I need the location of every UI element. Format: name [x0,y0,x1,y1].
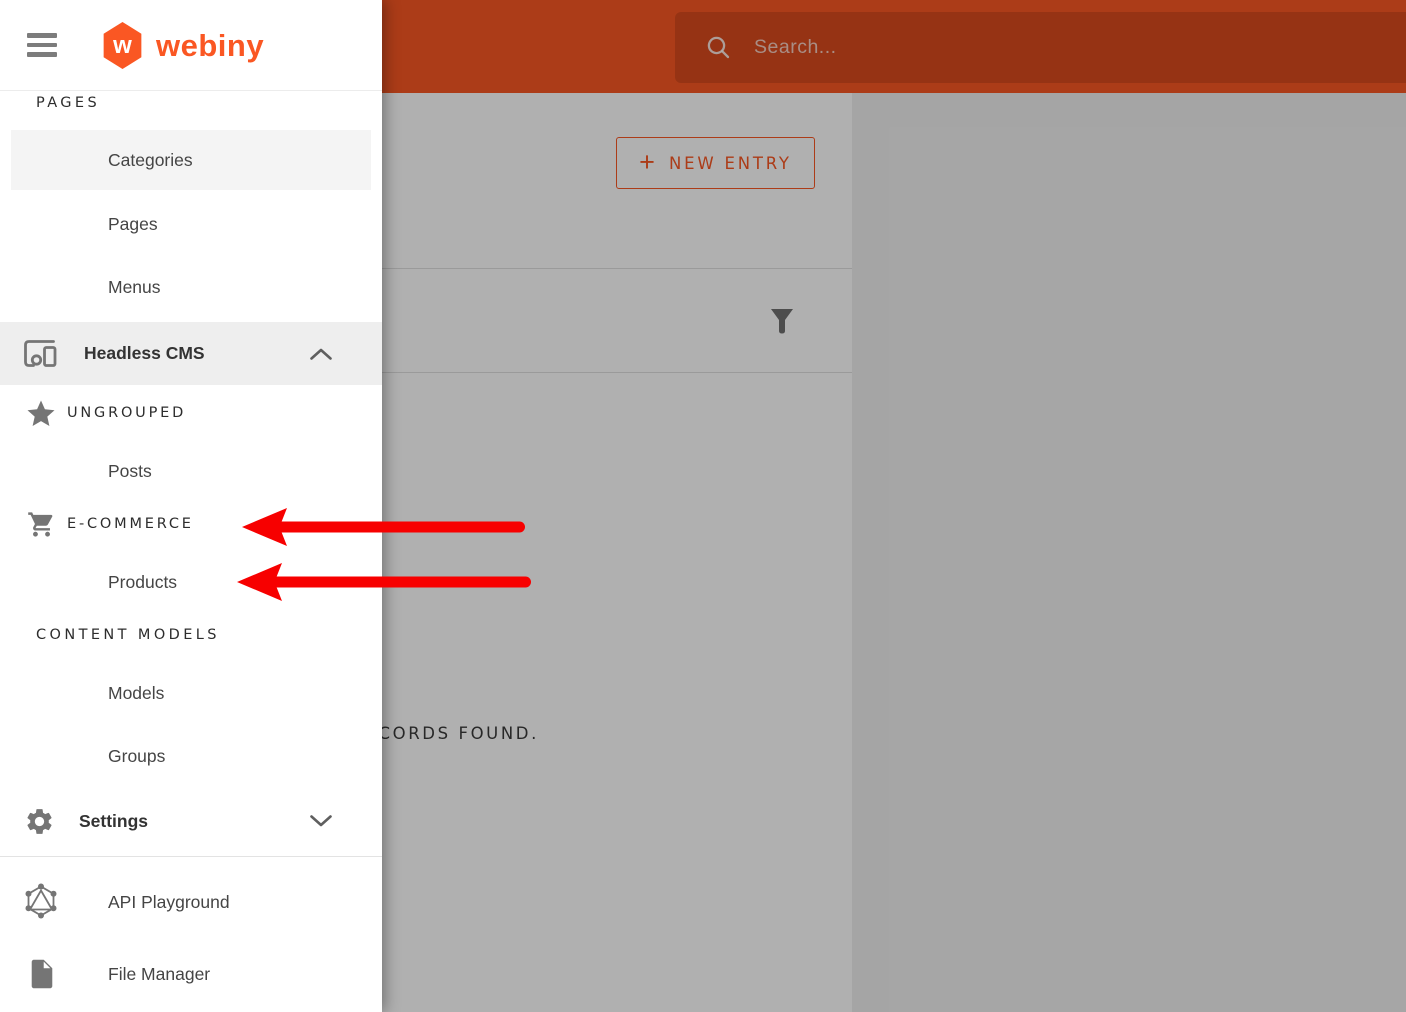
file-icon [28,958,56,990]
sidebar-item-products[interactable]: Products [0,552,382,612]
sidebar-item-label: Categories [108,150,193,171]
webiny-logo-text: webiny [156,28,264,64]
sidebar-item-label: Pages [108,214,158,235]
sidebar-item-label: Groups [108,746,165,767]
sidebar-item-api-playground[interactable]: API Playground [0,872,382,932]
sidebar-item-label: API Playground [108,892,230,913]
sidebar-section-content-models: CONTENT MODELS [0,605,382,665]
chevron-up-icon [309,347,333,361]
star-icon [25,399,57,428]
section-label: PAGES [36,95,100,111]
sidebar-item-groups[interactable]: Groups [0,726,382,786]
sidebar-item-menus[interactable]: Menus [0,257,382,317]
sidebar-item-pages[interactable]: Pages [0,194,382,254]
sidebar-item-label: Posts [108,461,152,482]
sidebar-item-models[interactable]: Models [0,663,382,723]
sidebar-group-label: UNGROUPED [67,405,186,421]
sidebar-item-headless-cms[interactable]: Headless CMS [0,322,382,385]
sidebar-group-label: E-COMMERCE [67,516,194,532]
section-label: CONTENT MODELS [36,627,220,643]
sidebar-group-e-commerce: E-COMMERCE [0,494,382,554]
webiny-hexagon-icon: w [102,22,143,69]
sidebar-item-label: Headless CMS [84,343,205,364]
sidebar-item-label: Models [108,683,164,704]
sidebar-item-posts[interactable]: Posts [0,441,382,501]
sidebar-item-label: Menus [108,277,161,298]
chevron-down-icon [309,814,333,828]
menu-toggle-button[interactable] [27,31,59,59]
app-screen: + NEW ENTRY NO RECORDS FOUND. [0,0,1406,1012]
sidebar-item-file-manager[interactable]: File Manager [0,944,382,1004]
sidebar-item-label: File Manager [108,964,210,985]
devices-icon [22,338,57,369]
graphql-icon [22,882,60,922]
navigation-drawer: w webiny PAGES Categories Pages Menus [0,0,382,1012]
sidebar-group-ungrouped: UNGROUPED [0,383,382,443]
cart-icon [25,510,57,539]
webiny-logo[interactable]: w webiny [102,22,264,69]
drawer-header: w webiny [0,0,382,91]
gear-icon [24,806,55,837]
drawer-divider [0,856,382,857]
sidebar-item-label: Products [108,572,177,593]
sidebar-item-categories[interactable]: Categories [11,130,371,190]
sidebar-item-label: Settings [79,811,148,832]
sidebar-section-pages: PAGES [0,86,382,120]
sidebar-item-settings[interactable]: Settings [0,791,382,851]
